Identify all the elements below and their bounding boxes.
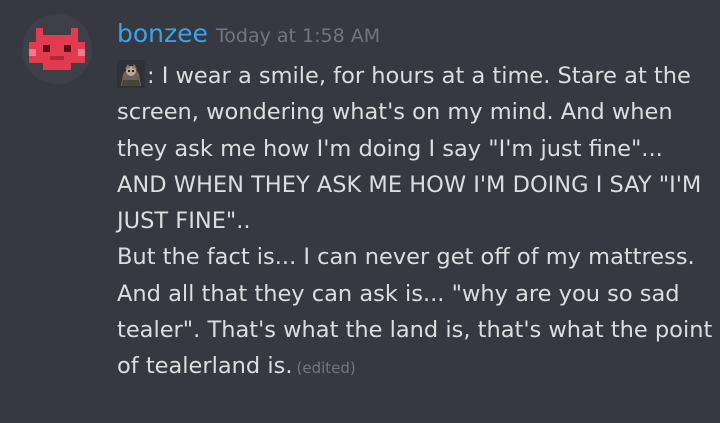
message-text-part-one: : I wear a smile, for hours at a time. S… [117,63,702,235]
username[interactable]: bonzee [117,19,208,48]
timestamp: Today at 1:58 AM [215,25,381,47]
message-content: : I wear a smile, for hours at a time. S… [117,58,713,387]
pixel-creature-avatar-icon [22,14,92,84]
message-text-part-two: But the fact is... I can never get off o… [117,244,713,380]
message-header: bonzee Today at 1:58 AM [117,16,380,52]
user-avatar[interactable] [22,14,92,84]
edited-indicator: (edited) [296,359,356,378]
chat-message: bonzee Today at 1:58 AM : I wear a smile,… [0,0,720,423]
custom-emoji-icon [117,60,145,88]
